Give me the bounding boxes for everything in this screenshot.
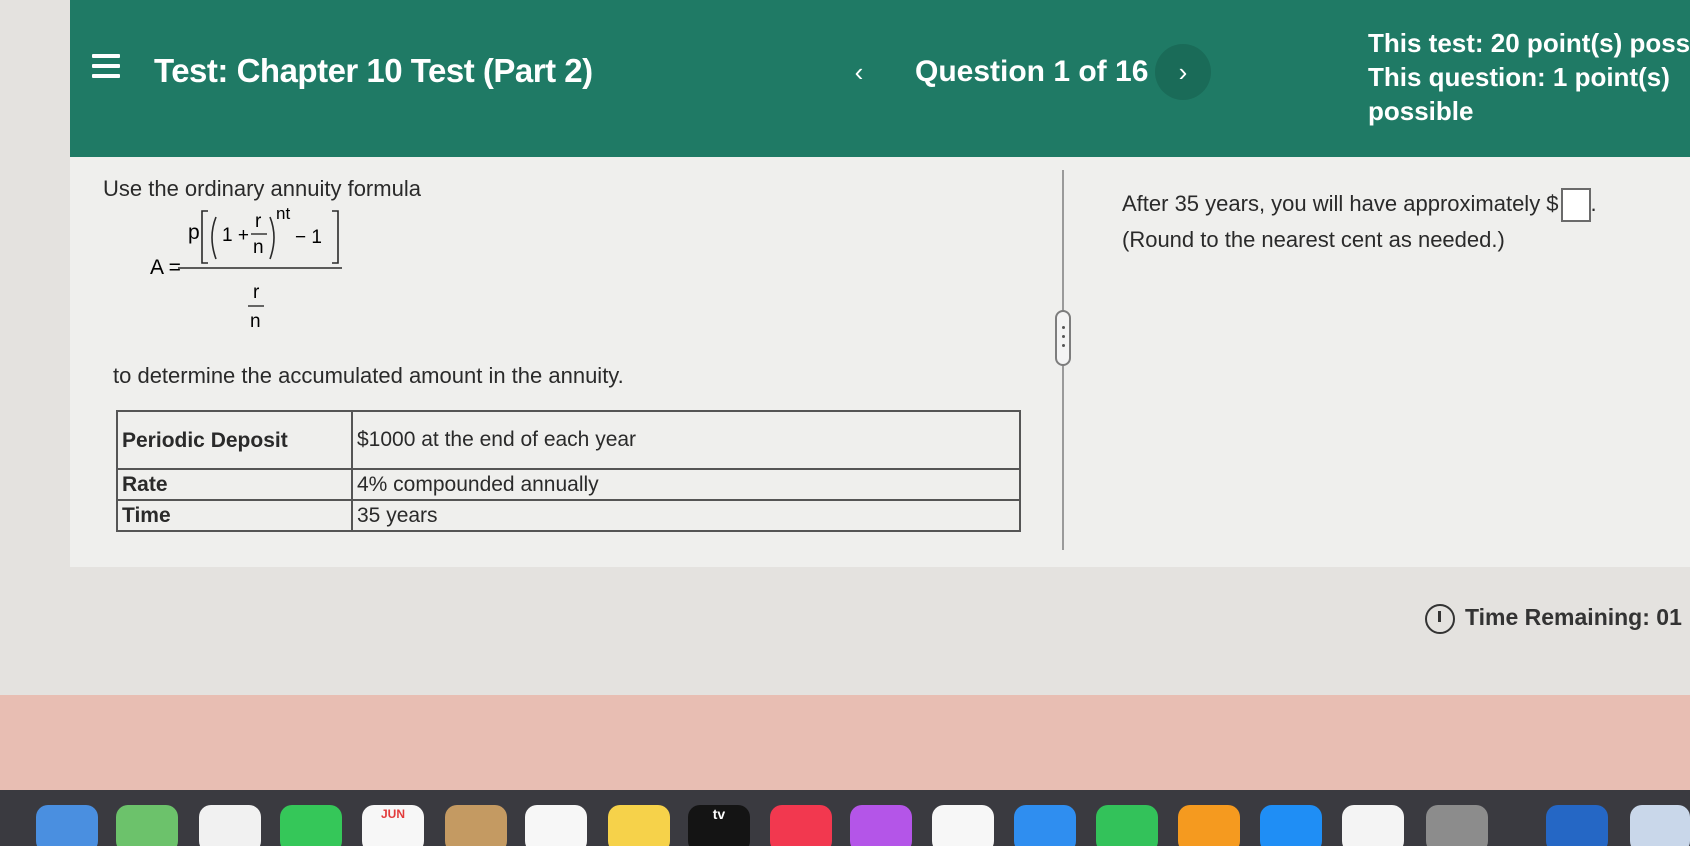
annuity-info-table: Periodic Deposit $1000 at the end of eac… (116, 410, 1021, 532)
formula-p: p (188, 221, 200, 244)
test-points: This test: 20 point(s) possibl (1368, 28, 1690, 58)
formula-r-inner: r (255, 211, 262, 232)
dock-pages-icon[interactable] (1178, 805, 1240, 846)
dock-tv-icon[interactable]: tv (688, 805, 750, 846)
answer-hint: (Round to the nearest cent as needed.) (1122, 227, 1505, 253)
table-cell-value: 4% compounded annually (351, 468, 1021, 501)
left-bracket (201, 210, 208, 264)
dock-contacts-icon[interactable] (445, 805, 507, 846)
background-area (0, 695, 1690, 790)
formula-n-inner: n (253, 237, 264, 258)
question-intro: Use the ordinary annuity formula (103, 176, 421, 201)
answer-input[interactable] (1560, 188, 1591, 223)
dock-calendar-icon[interactable]: JUN (362, 805, 424, 846)
dock-app-store-icon[interactable] (1260, 805, 1322, 846)
dock-news-icon[interactable] (932, 805, 994, 846)
dock-numbers-icon[interactable] (1096, 805, 1158, 846)
dock-maps-icon[interactable] (116, 805, 178, 846)
answer-suffix: . (1590, 191, 1597, 216)
title-prefix: Test: (154, 52, 228, 89)
answer-line: After 35 years, you will have approximat… (1122, 186, 1597, 223)
dock-settings-icon[interactable] (1426, 805, 1488, 846)
title-text: Chapter 10 Test (Part 2) (236, 52, 594, 89)
table-cell-label: Rate (116, 468, 353, 501)
dock-facetime-icon[interactable] (280, 805, 342, 846)
hamburger-menu-icon[interactable] (92, 54, 120, 78)
test-header: Test: Chapter 10 Test (Part 2) ‹ Questio… (70, 0, 1690, 157)
dock-icon-text: tv (712, 806, 726, 822)
page-title: Test: Chapter 10 Test (Part 2) (154, 52, 593, 90)
dock-keynote-icon[interactable] (1014, 805, 1076, 846)
dock-icon-text: JUN (380, 807, 405, 821)
table-row: Time 35 years (116, 499, 1021, 532)
dock-notes-icon[interactable] (608, 805, 670, 846)
dock-chrome-icon[interactable] (1342, 805, 1404, 846)
table-cell-value: $1000 at the end of each year (351, 410, 1021, 470)
answer-prompt: After 35 years, you will have approximat… (1122, 191, 1559, 216)
annuity-formula: A = p 1 + r n nt − 1 r n (150, 205, 342, 332)
dock-app-icon[interactable] (1546, 805, 1608, 846)
formula-r-denominator: r (253, 282, 260, 303)
clock-icon (1425, 604, 1455, 634)
pane-resize-handle[interactable] (1055, 310, 1071, 366)
points-info: This test: 20 point(s) possibl This ques… (1368, 26, 1690, 128)
right-paren (269, 216, 275, 260)
formula-exponent: nt (276, 205, 290, 223)
question-points-line2: possible (1368, 96, 1474, 126)
table-row: Rate 4% compounded annually (116, 468, 1021, 501)
table-row: Periodic Deposit $1000 at the end of eac… (116, 410, 1021, 470)
time-remaining: Time Remaining: 01 (1425, 604, 1682, 634)
table-cell-value: 35 years (351, 499, 1021, 532)
question-points-line1: This question: 1 point(s) (1368, 62, 1670, 92)
left-paren (211, 216, 217, 260)
formula-one-plus: 1 + (222, 225, 249, 246)
timer-value: 01 (1656, 604, 1682, 631)
previous-question-icon[interactable]: ‹ (848, 57, 870, 87)
formula-minus-one: − 1 (295, 227, 322, 248)
dock-reminders-icon[interactable] (525, 805, 587, 846)
dock-photos-icon[interactable] (199, 805, 261, 846)
table-cell-label: Time (116, 499, 353, 532)
formula-lhs: A = (150, 256, 181, 279)
question-counter: Question 1 of 16 (915, 55, 1149, 88)
dock-music-icon[interactable] (770, 805, 832, 846)
dock-podcasts-icon[interactable] (850, 805, 912, 846)
table-cell-label: Periodic Deposit (116, 410, 353, 470)
dock-app-2-icon[interactable] (1630, 805, 1690, 846)
right-bracket (332, 210, 339, 264)
answer-area: After 35 years, you will have approximat… (1122, 186, 1597, 257)
dock-mail-icon[interactable] (36, 805, 98, 846)
formula-n-denominator: n (250, 311, 261, 332)
next-question-button[interactable]: › (1155, 44, 1211, 100)
timer-label: Time Remaining: (1465, 604, 1650, 631)
question-outro: to determine the accumulated amount in t… (113, 363, 624, 388)
